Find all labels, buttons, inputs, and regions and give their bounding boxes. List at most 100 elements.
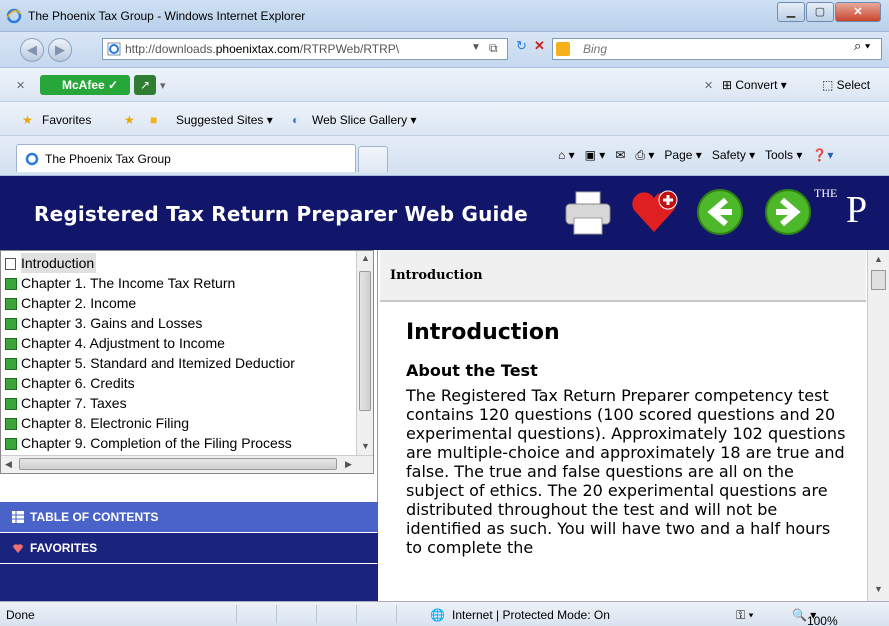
toc-item-chapter[interactable]: Chapter 9. Completion of the Filing Proc…	[1, 433, 373, 453]
home-icon[interactable]: ⌂ ▾	[558, 148, 575, 162]
favorites-panel-button[interactable]: FAVORITES	[0, 533, 378, 563]
forward-button[interactable]: ▶	[48, 38, 72, 62]
toc-item-label: Chapter 8. Electronic Filing	[21, 415, 190, 431]
mcafee-dropdown-icon[interactable]: ▾	[160, 79, 166, 92]
security-zone[interactable]: Internet | Protected Mode: On	[452, 608, 610, 622]
content-vertical-scrollbar[interactable]: ▲ ▼	[867, 250, 889, 601]
toc-item-label: Chapter 4. Adjustment to Income	[21, 335, 225, 351]
book-icon	[5, 358, 17, 370]
book-icon	[5, 338, 17, 350]
status-divider	[356, 605, 357, 623]
hscroll-thumb[interactable]	[19, 458, 337, 470]
table-of-contents-button[interactable]: TABLE OF CONTENTS	[0, 502, 378, 532]
close-button[interactable]: ✕	[835, 2, 881, 22]
status-divider	[316, 605, 317, 623]
bing-icon	[556, 42, 570, 56]
select-button[interactable]: ⬚ Select	[822, 78, 870, 92]
content-body: Introduction About the Test The Register…	[406, 320, 846, 557]
dropdown-arrow-icon[interactable]: ▼	[471, 42, 481, 53]
scroll-right-icon[interactable]: ▶	[345, 459, 352, 470]
mcafee-search-button[interactable]: ↗	[134, 75, 156, 95]
window-title: The Phoenix Tax Group - Windows Internet…	[28, 9, 306, 23]
address-bar[interactable]: http://downloads.phoenixtax.com/RTRPWeb/…	[102, 38, 508, 60]
content-subtitle: About the Test	[406, 361, 538, 380]
toc-item-chapter[interactable]: Chapter 7. Taxes	[1, 393, 373, 413]
favorites-bar: ★ Favorites ★ ■ Suggested Sites ▾ ◐ Web …	[0, 102, 889, 136]
page-menu[interactable]: Page ▾	[664, 148, 701, 162]
tab-ie-icon	[25, 152, 39, 166]
compat-view-icon[interactable]: ⧉	[489, 41, 498, 56]
toc-item-label: Chapter 9. Completion of the Filing Proc…	[21, 435, 292, 451]
toc-item-label: Chapter 5. Standard and Itemized Deducti…	[21, 355, 295, 371]
search-input[interactable]: Bing	[552, 38, 882, 60]
new-tab-button[interactable]	[358, 146, 388, 172]
scroll-up-icon[interactable]: ▲	[361, 253, 370, 263]
toc-item-introduction[interactable]: Introduction	[1, 253, 373, 273]
table-icon	[12, 511, 24, 523]
mcafee-button[interactable]: McAfee ✓	[40, 75, 130, 95]
convert-button[interactable]: ⊞ Convert ▾	[722, 78, 787, 92]
content-paragraph: The Registered Tax Return Preparer compe…	[406, 386, 846, 557]
forward-arrow-icon[interactable]	[762, 186, 814, 238]
stop-icon[interactable]: ✕	[534, 38, 545, 54]
scroll-down-icon[interactable]: ▼	[874, 584, 883, 594]
ie-logo-icon	[6, 8, 22, 24]
scroll-up-icon[interactable]: ▲	[874, 254, 883, 264]
close-convert-icon[interactable]: ✕	[704, 79, 713, 92]
zoom-control[interactable]: 🔍 100% ▾	[792, 608, 838, 626]
safety-menu[interactable]: Safety ▾	[712, 148, 755, 162]
back-button[interactable]: ◀	[20, 38, 44, 62]
toc-item-chapter[interactable]: Chapter 6. Credits	[1, 373, 373, 393]
content-scroll-thumb[interactable]	[871, 270, 886, 290]
close-toolbar-icon[interactable]: ✕	[16, 79, 25, 92]
search-icon[interactable]: ⌕ ▾	[854, 38, 870, 54]
content-pane: Introduction Introduction About the Test…	[380, 250, 889, 601]
zoom-level: 100%	[806, 614, 838, 626]
book-icon	[5, 278, 17, 290]
tools-menu[interactable]: Tools ▾	[765, 148, 802, 162]
book-icon	[5, 418, 17, 430]
print-icon[interactable]	[562, 186, 614, 238]
navigation-pane: Introduction Chapter 1. The Income Tax Re…	[0, 250, 378, 601]
toc-vertical-scrollbar[interactable]: ▲ ▼	[356, 251, 373, 457]
add-favorites-icon[interactable]: ★	[124, 113, 135, 127]
toc-horizontal-scrollbar[interactable]: ◀ ▶	[1, 455, 373, 473]
webslice-icon: ◐	[292, 113, 300, 127]
toc-item-chapter[interactable]: Chapter 2. Income	[1, 293, 373, 313]
mail-icon[interactable]: ✉	[615, 148, 625, 162]
toc-item-chapter[interactable]: Chapter 1. The Income Tax Return	[1, 273, 373, 293]
protected-mode-icon[interactable]: ⚿ ▾	[736, 608, 754, 623]
toc-label: TABLE OF CONTENTS	[30, 510, 159, 524]
toc-item-chapter[interactable]: Chapter 4. Adjustment to Income	[1, 333, 373, 353]
back-arrow-icon[interactable]	[694, 186, 746, 238]
feeds-icon[interactable]: ▣ ▾	[585, 148, 606, 162]
favorites-button[interactable]: Favorites	[42, 113, 91, 127]
tab-label: The Phoenix Tax Group	[45, 152, 171, 166]
search-placeholder: Bing	[583, 42, 608, 56]
scroll-down-icon[interactable]: ▼	[361, 441, 370, 451]
toc-item-chapter[interactable]: Chapter 5. Standard and Itemized Deducti…	[1, 353, 373, 373]
mcafee-label: McAfee	[62, 78, 105, 92]
scroll-thumb[interactable]	[359, 271, 371, 411]
tab-phoenix[interactable]: The Phoenix Tax Group	[16, 144, 356, 172]
web-slice-gallery-link[interactable]: Web Slice Gallery ▾	[312, 113, 417, 127]
book-icon	[5, 438, 17, 450]
scroll-left-icon[interactable]: ◀	[5, 459, 12, 470]
refresh-icon[interactable]: ↻	[516, 38, 527, 54]
document-icon	[5, 258, 16, 270]
content-title: Introduction	[406, 320, 560, 345]
help-icon[interactable]: ❓▾	[812, 148, 833, 162]
addon-toolbar: ✕ McAfee ✓ ↗ ▾ ✕ ⊞ Convert ▾ ⬚ Select	[0, 68, 889, 102]
page-icon	[107, 42, 121, 56]
address-row: ◀ ▶ http://downloads.phoenixtax.com/RTRP…	[0, 32, 889, 68]
toc-item-chapter[interactable]: Chapter 3. Gains and Losses	[1, 313, 373, 333]
maximize-button[interactable]: ▢	[806, 2, 834, 22]
suggested-sites-link[interactable]: Suggested Sites ▾	[176, 113, 273, 127]
minimize-button[interactable]: ▁	[777, 2, 805, 22]
add-favorite-heart-icon[interactable]	[628, 186, 680, 238]
toc-item-chapter[interactable]: Chapter 8. Electronic Filing	[1, 413, 373, 433]
print-icon[interactable]: ⎙ ▾	[635, 148, 654, 162]
page-header: Registered Tax Return Preparer Web Guide…	[0, 176, 889, 250]
select-label: Select	[836, 78, 871, 92]
title-bar: The Phoenix Tax Group - Windows Internet…	[0, 0, 889, 32]
